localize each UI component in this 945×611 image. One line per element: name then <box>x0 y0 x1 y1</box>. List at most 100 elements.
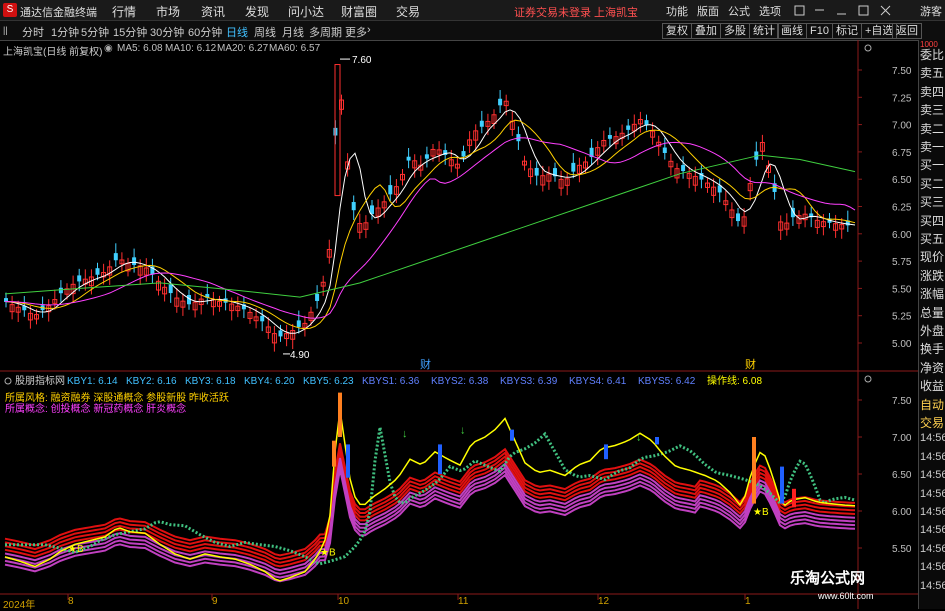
sidebar-item: 收益 <box>920 379 945 394</box>
down-arrow-icon: ↓ <box>460 424 466 436</box>
candle-body <box>296 320 301 327</box>
kline-chart[interactable]: 7.50 7.25 7.00 6.75 6.50 6.25 6.00 5.75 5.50 5.25… <box>0 40 918 609</box>
menu-layout[interactable]: 版面 <box>697 3 719 19</box>
user-guest[interactable]: 游客 <box>920 3 942 19</box>
app-logo-icon: S <box>3 3 17 17</box>
sidebar-item: 14:56 <box>920 450 945 463</box>
period-1min[interactable]: 1分钟 <box>51 24 79 40</box>
signal-bar <box>510 429 514 441</box>
sidebar-item[interactable]: 交易 <box>920 414 945 431</box>
menu-ask[interactable]: 问小达 <box>288 3 324 20</box>
sidebar-item[interactable]: 自动 <box>920 396 945 413</box>
indicator-tick-label: 7.00 <box>892 433 912 444</box>
period-15min[interactable]: 15分钟 <box>113 24 147 40</box>
sidebar-item: 14:56 <box>920 524 945 537</box>
menu-market[interactable]: 市场 <box>156 3 180 20</box>
menu-options[interactable]: 选项 <box>759 3 781 19</box>
signal-bar <box>752 437 756 504</box>
multi-stock-button[interactable]: 多股 <box>720 23 750 39</box>
restore-right-button[interactable]: 复权 <box>662 23 692 39</box>
signal-bar <box>338 392 342 437</box>
menu-wealth[interactable]: 财富圈 <box>341 3 377 20</box>
indicator-value: KBYS3: 6.39 <box>500 376 558 387</box>
stats-button[interactable]: 统计 <box>749 23 779 39</box>
menu-quotes[interactable]: 行情 <box>112 3 136 20</box>
ma10-line <box>4 119 856 330</box>
sidebar-item: 14:56 <box>920 506 945 518</box>
back-button[interactable]: 返回 <box>892 23 922 39</box>
candle-body <box>626 125 631 130</box>
candle-body <box>260 315 265 322</box>
x-label-jan: 1 <box>745 596 751 607</box>
price-tick-label: 7.25 <box>892 93 912 104</box>
period-30min[interactable]: 30分钟 <box>150 24 184 40</box>
price-tick-label: 6.75 <box>892 148 912 159</box>
indicator-value: KBY3: 6.18 <box>185 376 236 387</box>
menu-icon[interactable] <box>794 5 805 16</box>
candle-body <box>461 151 466 157</box>
candle-body <box>498 98 503 106</box>
signal-bar <box>332 440 336 467</box>
watermark-url: www.60lt.com <box>818 591 874 601</box>
candle-body <box>534 167 539 176</box>
indicator-value: KBY2: 6.16 <box>126 376 177 387</box>
x-label-nov: 11 <box>458 596 469 607</box>
period-intraday[interactable]: 分时 <box>22 24 44 40</box>
price-tick-label: 6.00 <box>892 230 912 241</box>
candle-body <box>351 202 356 211</box>
candle-body <box>278 330 283 337</box>
title-bar: S 通达信金融终端 行情 市场 资讯 发现 问小达 财富圈 交易 证券交易未登录… <box>0 0 945 21</box>
signal-bar <box>792 488 796 508</box>
candle-body <box>95 268 100 275</box>
settings-icon <box>864 44 872 52</box>
menu-formula[interactable]: 公式 <box>728 3 750 19</box>
candle-body <box>479 120 484 127</box>
price-tick-label: 7.50 <box>892 66 912 77</box>
period-60min[interactable]: 60分钟 <box>188 24 222 40</box>
indicator-tick-label: 6.50 <box>892 470 912 481</box>
candle-body <box>662 147 667 153</box>
mark-button[interactable]: 标记 <box>832 23 862 39</box>
style-label: 所属风格: 融资融券 深股通概念 参股新股 昨收活跃 <box>5 391 229 404</box>
candle-body <box>406 156 411 161</box>
indicator-value: KBYS5: 6.42 <box>638 376 696 387</box>
sidebar-item: 14:56 <box>920 432 945 445</box>
indicator-tick-label: 5.50 <box>892 544 912 555</box>
chevron-right-icon[interactable]: › <box>367 24 371 36</box>
indicator-value: KBYS4: 6.41 <box>569 376 627 387</box>
candle-body <box>681 165 686 172</box>
ma20-line <box>4 137 856 319</box>
period-more[interactable]: 更多 <box>345 24 367 40</box>
watermark-title: 乐淘公式网 <box>790 570 866 587</box>
sidebar-item: 14:56 <box>920 579 945 592</box>
draw-line-button[interactable]: 画线 <box>777 23 807 39</box>
overlay-button[interactable]: 叠加 <box>691 23 721 39</box>
menu-news[interactable]: 资讯 <box>201 3 225 20</box>
signal-bar <box>780 466 784 504</box>
sidebar-item: 换手 <box>920 342 945 357</box>
indicator-name: 股朋指标网 <box>15 374 65 387</box>
sidebar-item: 买三 <box>920 195 945 210</box>
f10-button[interactable]: F10 <box>806 23 833 39</box>
sidebar-item: 14:56 <box>920 487 945 500</box>
sidebar-item: 现价 <box>920 250 945 265</box>
period-monthly[interactable]: 月线 <box>282 24 304 40</box>
sidebar-item: 卖一 <box>920 140 945 154</box>
price-tick-label: 6.50 <box>892 175 912 186</box>
menu-trade[interactable]: 交易 <box>396 3 420 20</box>
login-notice[interactable]: 证券交易未登录 上海凯宝 <box>514 4 638 20</box>
sidebar-item: 买二 <box>920 176 945 191</box>
indicator-value: KBYS2: 6.38 <box>431 376 489 387</box>
maximize-icon[interactable] <box>858 5 869 16</box>
settings-icon <box>864 375 872 383</box>
period-weekly[interactable]: 周线 <box>254 24 276 40</box>
candle-body <box>132 257 137 265</box>
menu-discover[interactable]: 发现 <box>245 3 269 20</box>
period-5min[interactable]: 5分钟 <box>81 24 109 40</box>
sidebar-item: 卖五 <box>920 66 945 81</box>
close-icon[interactable] <box>880 5 891 16</box>
finance-marker: 财 <box>420 357 431 371</box>
period-multi[interactable]: 多周期 <box>309 24 342 40</box>
period-daily[interactable]: 日线 <box>226 24 248 40</box>
menu-function[interactable]: 功能 <box>666 3 688 19</box>
